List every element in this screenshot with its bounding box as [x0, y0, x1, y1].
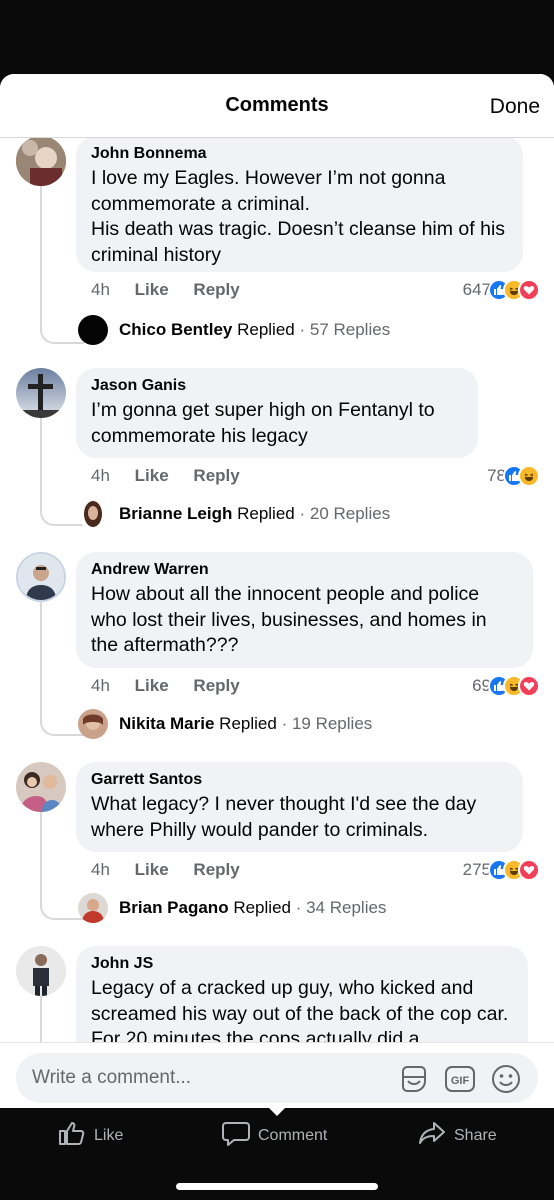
avatar — [78, 315, 108, 345]
avatar — [78, 893, 108, 923]
share-tab[interactable]: Share — [418, 1120, 497, 1151]
done-button[interactable]: Done — [490, 95, 540, 119]
comment-time: 4h — [91, 280, 110, 299]
like-tab[interactable]: Like — [58, 1120, 123, 1151]
comment-author[interactable]: Garrett Santos — [91, 770, 507, 790]
comment-text: What legacy? I never thought I'd see the… — [91, 793, 477, 841]
comment-author[interactable]: John JS — [91, 954, 512, 974]
comment-tab[interactable]: Comment — [222, 1120, 327, 1151]
comment-tab-label: Comment — [258, 1126, 328, 1144]
reaction-summary[interactable]: 647 — [463, 279, 540, 301]
replied-label: Replied — [233, 898, 291, 917]
comment-composer: Write a comment... GIF — [0, 1042, 554, 1108]
emoji-icon[interactable] — [490, 1063, 520, 1093]
like-tab-label: Like — [94, 1126, 124, 1144]
like-button[interactable]: Like — [135, 280, 169, 299]
love-reaction-icon — [518, 675, 540, 697]
avatar[interactable] — [16, 368, 66, 418]
comment-input[interactable]: Write a comment... GIF — [16, 1053, 538, 1103]
comment-bubble-icon — [222, 1120, 258, 1151]
comment-author[interactable]: John Bonnema — [91, 144, 507, 164]
reply-button[interactable]: Reply — [193, 280, 239, 299]
home-indicator — [176, 1183, 378, 1190]
comments-sheet: Comments Done John Bonnema I love my Eag… — [0, 74, 554, 1108]
reply-count: · 34 Replies — [295, 898, 387, 917]
reply-button[interactable]: Reply — [193, 466, 239, 485]
comment-actions: 4h Like Reply — [91, 860, 260, 880]
avatar[interactable] — [16, 762, 66, 812]
reply-count: · 57 Replies — [299, 320, 391, 339]
replied-label: Replied — [219, 714, 277, 733]
avatar — [78, 709, 108, 739]
comment-bubble[interactable]: John Bonnema I love my Eagles. However I… — [76, 138, 523, 272]
share-tab-label: Share — [454, 1126, 497, 1144]
reply-button[interactable]: Reply — [193, 676, 239, 695]
avatar[interactable] — [16, 138, 66, 186]
reply-author: Brian Pagano — [119, 898, 229, 917]
comments-header: Comments Done — [0, 74, 554, 138]
replies-preview[interactable]: Brian Pagano Replied · 34 Replies — [78, 893, 386, 923]
comment-bubble[interactable]: Garrett Santos What legacy? I never thou… — [76, 762, 523, 852]
reaction-summary[interactable]: 275 — [463, 859, 540, 881]
avatar[interactable] — [16, 552, 66, 602]
reply-count: · 19 Replies — [281, 714, 373, 733]
reply-author: Brianne Leigh — [119, 504, 233, 523]
reaction-summary[interactable]: 69 — [472, 675, 540, 697]
comment-actions: 4h Like Reply — [91, 676, 260, 696]
comment-author[interactable]: Andrew Warren — [91, 560, 517, 580]
share-arrow-icon — [418, 1120, 454, 1151]
reaction-count: 647 — [462, 280, 491, 299]
reaction-summary[interactable]: 78 — [487, 465, 540, 487]
comment-text: Legacy of a cracked up guy, who kicked a… — [91, 977, 509, 1042]
avatar[interactable] — [16, 946, 66, 996]
sheet-pointer — [268, 1107, 286, 1116]
like-button[interactable]: Like — [135, 676, 169, 695]
reply-author: Chico Bentley — [119, 320, 233, 339]
comment-bubble[interactable]: John JS Legacy of a cracked up guy, who … — [76, 946, 528, 1042]
reply-button[interactable]: Reply — [193, 860, 239, 879]
comment-time: 4h — [91, 860, 110, 879]
comment-bubble[interactable]: Andrew Warren How about all the innocent… — [76, 552, 533, 668]
reply-count: · 20 Replies — [299, 504, 391, 523]
love-reaction-icon — [518, 279, 540, 301]
comment-text: I love my Eagles. However I’m not gonna … — [91, 167, 506, 266]
comment-actions: 4h Like Reply — [91, 466, 260, 486]
replies-preview[interactable]: Nikita Marie Replied · 19 Replies — [78, 709, 372, 739]
page-title: Comments — [225, 94, 329, 116]
comment-time: 4h — [91, 466, 110, 485]
love-reaction-icon — [518, 859, 540, 881]
comment-placeholder: Write a comment... — [32, 1067, 192, 1088]
like-button[interactable]: Like — [135, 466, 169, 485]
replied-label: Replied — [237, 504, 295, 523]
sticker-icon[interactable] — [398, 1063, 428, 1093]
reply-author: Nikita Marie — [119, 714, 215, 733]
comment-bubble[interactable]: Jason Ganis I’m gonna get super high on … — [76, 368, 478, 458]
comment-actions: 4h Like Reply — [91, 280, 260, 300]
comment-text: How about all the innocent people and po… — [91, 583, 487, 656]
comment-time: 4h — [91, 676, 110, 695]
svg-text:GIF: GIF — [451, 1075, 470, 1087]
like-button[interactable]: Like — [135, 860, 169, 879]
comment-author[interactable]: Jason Ganis — [91, 376, 462, 396]
gif-icon[interactable]: GIF — [444, 1063, 475, 1093]
thumbs-up-icon — [58, 1120, 94, 1151]
comments-list[interactable]: John Bonnema I love my Eagles. However I… — [0, 138, 554, 1042]
replied-label: Replied — [237, 320, 295, 339]
replies-preview[interactable]: Chico Bentley Replied · 57 Replies — [78, 315, 390, 345]
reaction-count: 275 — [462, 860, 491, 879]
avatar — [78, 499, 108, 529]
replies-preview[interactable]: Brianne Leigh Replied · 20 Replies — [78, 499, 390, 529]
haha-reaction-icon — [518, 465, 540, 487]
comment-text: I’m gonna get super high on Fentanyl to … — [91, 399, 435, 447]
